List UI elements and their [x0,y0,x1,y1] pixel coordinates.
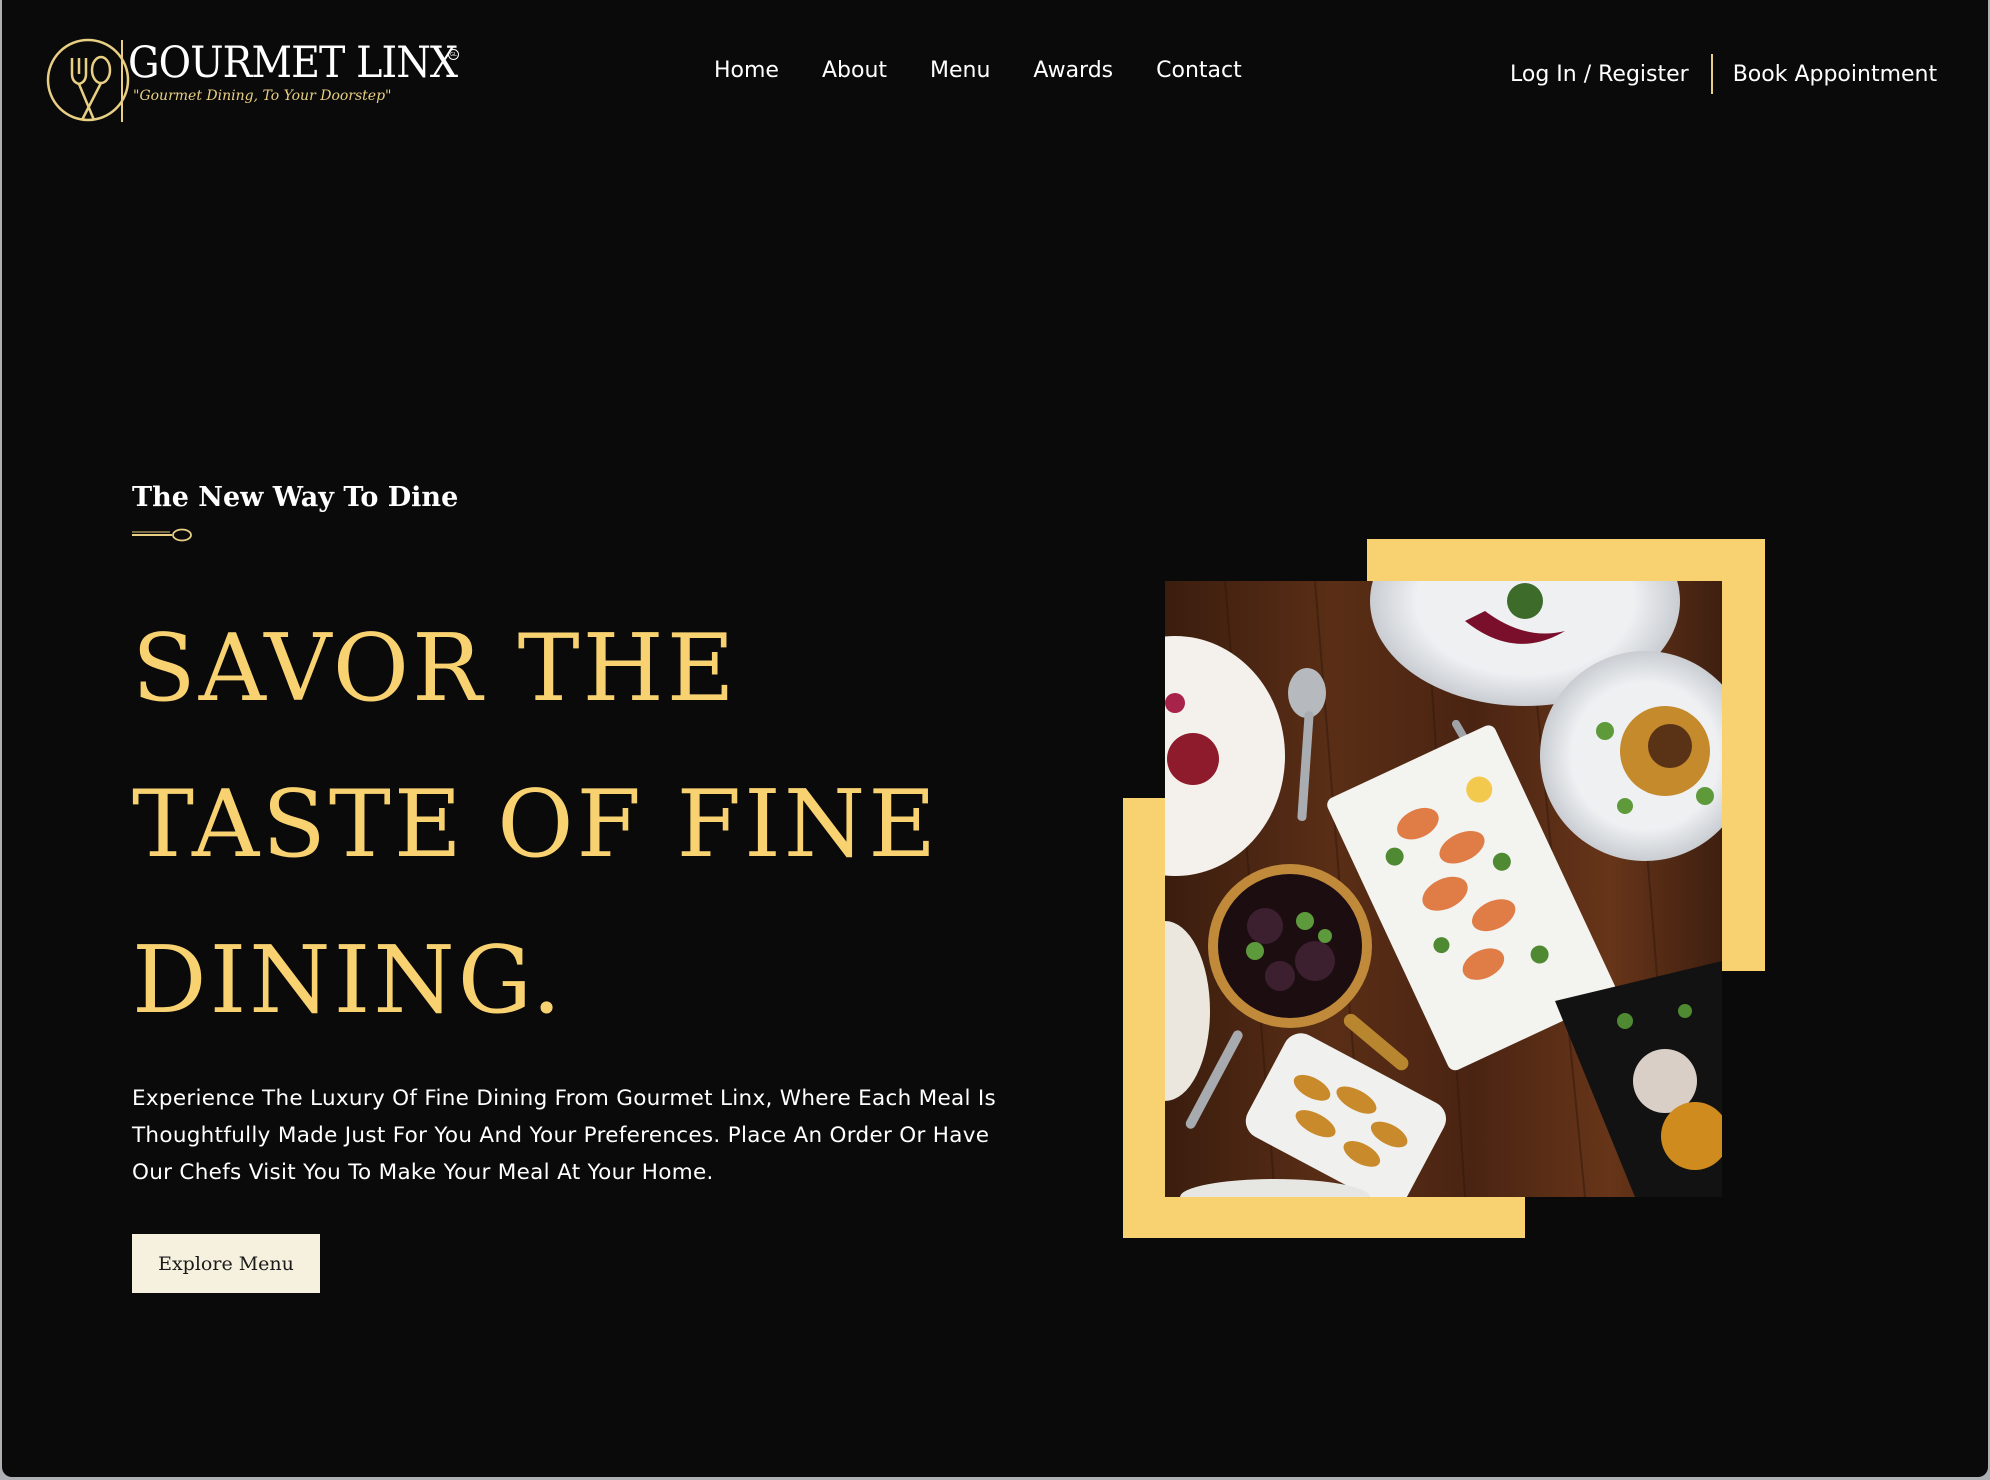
hero-intro: Experience The Luxury Of Fine Dining Fro… [132,1086,997,1185]
brand-tagline: "Gourmet Dining, To Your Doorstep" [133,88,392,104]
brand-name: GOURMET LINX [128,38,458,88]
hero-headline: SAVOR THE TASTE OF FINE DINING. [132,590,1032,1058]
brand-logo[interactable]: GOURMET LINX GL "Gourmet Dining, To Your… [46,34,466,130]
login-register-link[interactable]: Log In / Register [1510,62,1689,87]
nav-item-awards[interactable]: Awards [1033,58,1113,83]
header-actions: Log In / Register Book Appointment [1510,54,1937,94]
nav-item-about[interactable]: About [822,58,887,83]
explore-menu-button[interactable]: Explore Menu [132,1234,320,1293]
main-nav: Home About Menu Awards Contact [714,58,1242,83]
page: GOURMET LINX GL "Gourmet Dining, To Your… [2,0,1988,1477]
book-appointment-link[interactable]: Book Appointment [1733,62,1937,87]
brand-registered-mark: GL [448,49,459,60]
hero-headline-line-1: SAVOR THE [132,614,738,722]
nav-item-home[interactable]: Home [714,58,779,83]
hero-headline-line-3: DINING. [132,926,565,1034]
hero-headline-line-2: TASTE OF FINE [132,770,940,878]
spoon-icon [132,528,192,542]
fork-spoon-emblem-icon [46,38,130,122]
nav-item-contact[interactable]: Contact [1156,58,1242,83]
logo-divider [121,40,123,122]
hero-eyebrow: The New Way To Dine [132,482,459,513]
header-divider [1710,54,1713,94]
table-of-dishes-photo [1165,581,1722,1197]
nav-item-menu[interactable]: Menu [930,58,990,83]
